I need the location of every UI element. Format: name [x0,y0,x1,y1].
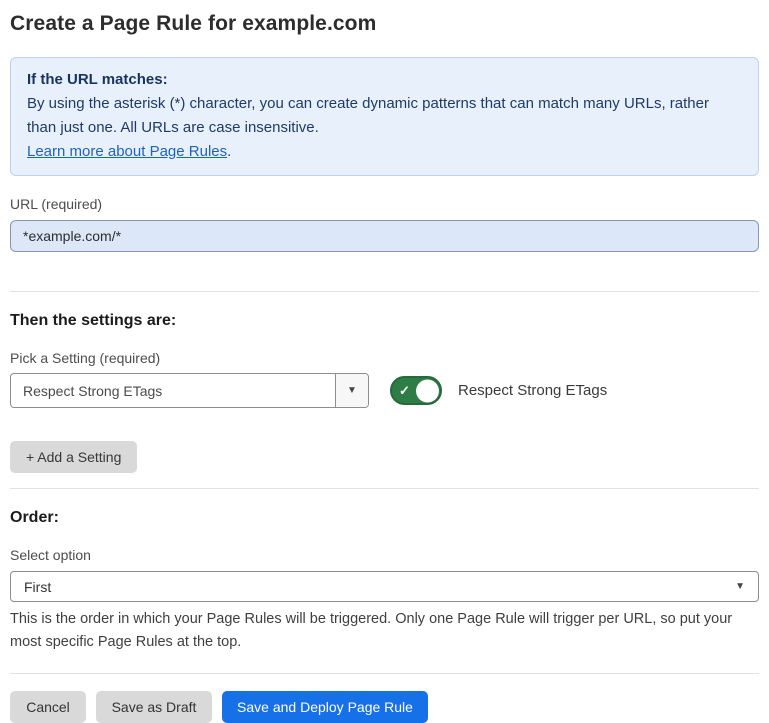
setting-toggle[interactable]: ✓ [390,376,442,405]
url-input[interactable] [10,220,759,252]
url-field-label: URL (required) [10,196,759,212]
info-box-heading: If the URL matches: [27,68,742,92]
divider-url-settings [10,291,759,292]
order-select-label: Select option [10,547,759,563]
page-rule-form: Create a Page Rule for example.com If th… [0,0,769,723]
add-setting-button[interactable]: + Add a Setting [10,441,137,473]
setting-select-arrow-button[interactable]: ▼ [335,374,368,407]
divider-footer [10,673,759,674]
settings-section-heading: Then the settings are: [10,311,759,330]
order-help-text: This is the order in which your Page Rul… [10,608,759,654]
setting-row: Respect Strong ETags ▼ ✓ Respect Strong … [10,373,759,408]
toggle-knob [416,379,439,402]
order-select-value: First [24,579,51,595]
url-match-info-box: If the URL matches: By using the asteris… [10,57,759,176]
cancel-button[interactable]: Cancel [10,691,86,723]
save-draft-button[interactable]: Save as Draft [96,691,212,723]
divider-settings-order [10,488,759,489]
caret-down-icon: ▼ [347,386,357,396]
learn-more-link[interactable]: Learn more about Page Rules [27,143,227,160]
setting-picker-label: Pick a Setting (required) [10,350,759,366]
page-title: Create a Page Rule for example.com [10,10,759,38]
toggle-label: Respect Strong ETags [458,382,607,399]
link-period: . [227,143,231,160]
info-box-link-line: Learn more about Page Rules. [27,140,742,164]
order-section-heading: Order: [10,508,759,527]
footer-button-row: Cancel Save as Draft Save and Deploy Pag… [10,691,759,723]
info-box-body: By using the asterisk (*) character, you… [27,92,742,140]
setting-select[interactable]: Respect Strong ETags ▼ [10,373,369,408]
save-deploy-button[interactable]: Save and Deploy Page Rule [222,691,428,723]
check-icon: ✓ [399,384,410,397]
order-select[interactable]: First ▼ [10,571,759,602]
chevron-down-icon: ▼ [735,582,745,592]
setting-select-value: Respect Strong ETags [11,374,335,407]
